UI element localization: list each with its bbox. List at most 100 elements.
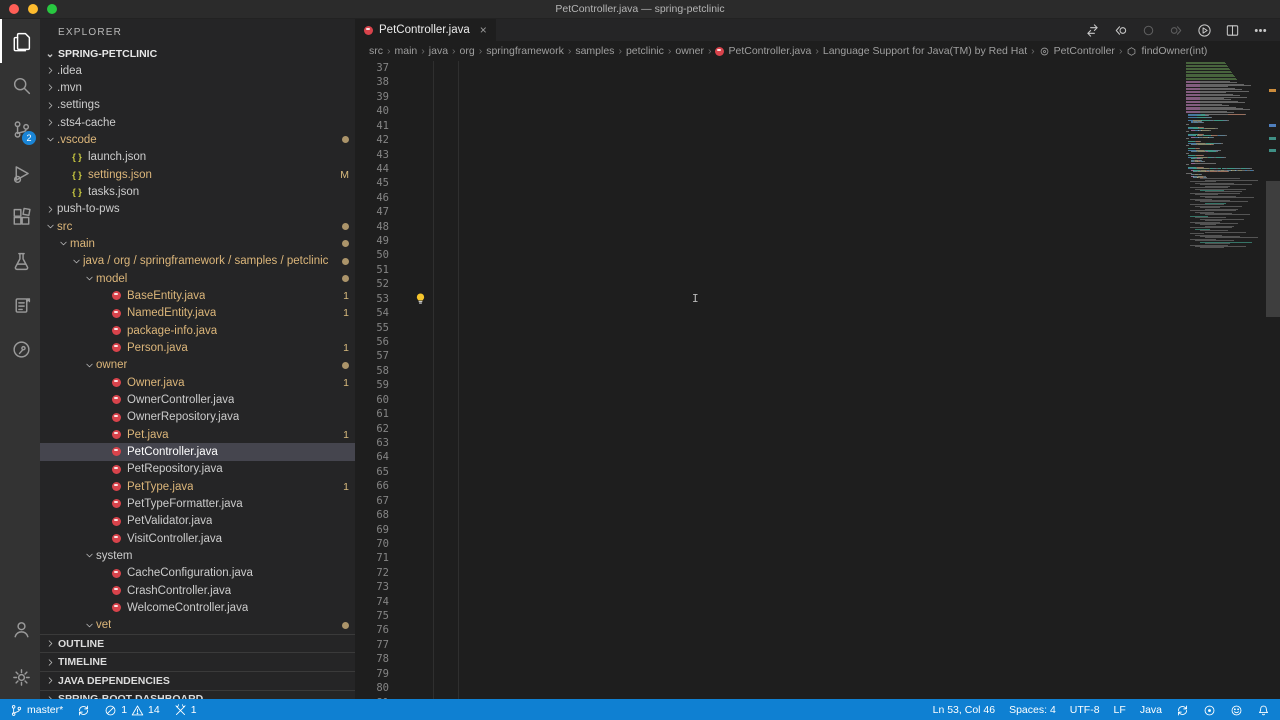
tree-item[interactable]: .vscode [40, 131, 355, 148]
activitybar-accounts[interactable] [0, 607, 40, 651]
refresh-icon[interactable] [1176, 704, 1189, 717]
minimize-window-button[interactable] [28, 4, 38, 14]
workspace-section-header[interactable]: ⌄ SPRING-PETCLINIC [40, 45, 355, 62]
tree-item[interactable]: { }tasks.json [40, 183, 355, 200]
tree-item[interactable]: PetRepository.java [40, 461, 355, 478]
modified-dot [342, 362, 349, 369]
breadcrumb-item[interactable]: java [429, 45, 448, 57]
tab-petcontroller[interactable]: PetController.java × [355, 19, 496, 41]
tree-item[interactable]: main [40, 235, 355, 252]
tree-item[interactable]: .idea [40, 62, 355, 79]
feedback-icon[interactable] [1230, 704, 1243, 717]
tree-item[interactable]: package-info.java [40, 322, 355, 339]
breadcrumb-item[interactable]: springframework [486, 45, 564, 57]
tree-item[interactable]: { }settings.jsonM [40, 166, 355, 183]
language-mode-item[interactable]: Java [1140, 704, 1162, 716]
forward-icon[interactable] [1169, 23, 1184, 38]
tree-item[interactable]: model [40, 270, 355, 287]
breadcrumb-item[interactable]: Language Support for Java(TM) by Red Hat [823, 45, 1027, 57]
activitybar-settings-gear[interactable] [0, 655, 40, 699]
git-status-badge: M [334, 169, 349, 181]
overview-ruler-mark [1269, 149, 1276, 152]
close-window-button[interactable] [9, 4, 19, 14]
activitybar-test-beaker-icon[interactable] [0, 239, 40, 283]
tree-item[interactable]: VisitController.java [40, 530, 355, 547]
tree-item[interactable]: PetValidator.java [40, 513, 355, 530]
sidebar-pane-timeline[interactable]: TIMELINE [40, 652, 355, 671]
record-icon[interactable] [1203, 704, 1216, 717]
activitybar-source-control-icon[interactable]: 2 [0, 107, 40, 151]
lightbulb-icon[interactable] [415, 293, 426, 305]
tree-item[interactable]: java / org / springframework / samples /… [40, 253, 355, 270]
sidebar-pane-outline[interactable]: OUTLINE [40, 634, 355, 653]
breadcrumb-item[interactable]: samples [575, 45, 614, 57]
activity-bar: 2 [0, 19, 40, 699]
tree-item[interactable]: vet [40, 617, 355, 634]
tree-item-label: .vscode [57, 134, 97, 146]
tree-item[interactable]: push-to-pws [40, 201, 355, 218]
git-branch-item[interactable]: master* [10, 704, 63, 717]
breadcrumb-item[interactable]: PetController [1039, 45, 1115, 57]
activitybar-extensions-icon[interactable] [0, 195, 40, 239]
run-icon[interactable] [1197, 23, 1212, 38]
activitybar-java-projects-icon[interactable] [0, 283, 40, 327]
breadcrumb-item[interactable]: main [395, 45, 418, 57]
tree-item[interactable]: PetType.java1 [40, 478, 355, 495]
tree-item[interactable]: BaseEntity.java1 [40, 287, 355, 304]
cursor-position-item[interactable]: Ln 53, Col 46 [933, 704, 995, 716]
indentation-item[interactable]: Spaces: 4 [1009, 704, 1056, 716]
build-tasks-item[interactable]: 1 [174, 704, 197, 717]
tree-item[interactable]: OwnerRepository.java [40, 409, 355, 426]
activitybar-explorer-icon[interactable] [0, 19, 40, 63]
window-title: PetController.java — spring-petclinic [555, 3, 724, 15]
sync-icon[interactable] [1141, 23, 1156, 38]
breadcrumb-item[interactable]: org [460, 45, 475, 57]
eol-item[interactable]: LF [1114, 704, 1126, 716]
breadcrumb-item[interactable]: findOwner(int) [1126, 45, 1207, 57]
tree-item[interactable]: Owner.java1 [40, 374, 355, 391]
sync-changes-button[interactable] [77, 704, 90, 717]
bell-icon[interactable] [1257, 704, 1270, 717]
breadcrumb-item[interactable]: petclinic [626, 45, 664, 57]
tree-item[interactable]: src [40, 218, 355, 235]
sidebar-pane-spring-boot-dashboard[interactable]: SPRING-BOOT DASHBOARD [40, 690, 355, 699]
more-actions-icon[interactable] [1253, 23, 1268, 38]
minimap[interactable] [1186, 61, 1266, 699]
tree-item[interactable]: .mvn [40, 79, 355, 96]
activitybar-dependency-analytics-icon[interactable] [0, 327, 40, 371]
tree-item-label: PetType.java [127, 481, 193, 493]
tree-item[interactable]: Person.java1 [40, 339, 355, 356]
tree-item[interactable]: .sts4-cache [40, 114, 355, 131]
scrollbar-thumb[interactable] [1266, 181, 1280, 317]
split-editor-icon[interactable] [1225, 23, 1240, 38]
scrollbar[interactable] [1266, 61, 1280, 699]
code-content[interactable]: I [395, 61, 1186, 699]
maximize-window-button[interactable] [47, 4, 57, 14]
code-editor[interactable]: 3738394041424344454647484950515253545556… [355, 61, 1280, 699]
tree-item[interactable]: OwnerController.java [40, 391, 355, 408]
encoding-item[interactable]: UTF-8 [1070, 704, 1100, 716]
tree-item[interactable]: NamedEntity.java1 [40, 305, 355, 322]
tree-item[interactable]: Pet.java1 [40, 426, 355, 443]
tree-item[interactable]: .settings [40, 97, 355, 114]
tree-item[interactable]: PetTypeFormatter.java [40, 495, 355, 512]
activitybar-run-debug-icon[interactable] [0, 151, 40, 195]
open-changes-icon[interactable] [1085, 23, 1100, 38]
line-number: 58 [355, 364, 389, 378]
tree-item[interactable]: CacheConfiguration.java [40, 565, 355, 582]
tree-item[interactable]: PetController.java [40, 443, 355, 460]
back-icon[interactable] [1113, 23, 1128, 38]
breadcrumb-item[interactable]: PetController.java [715, 45, 811, 57]
close-tab-icon[interactable]: × [480, 23, 487, 37]
tree-item[interactable]: owner [40, 357, 355, 374]
tree-item[interactable]: CrashController.java [40, 582, 355, 599]
problems-item[interactable]: 1 14 [104, 704, 160, 717]
tree-item[interactable]: system [40, 547, 355, 564]
line-number: 70 [355, 537, 389, 551]
breadcrumb-item[interactable]: src [369, 45, 383, 57]
tree-item[interactable]: WelcomeController.java [40, 599, 355, 616]
sidebar-pane-java-dependencies[interactable]: JAVA DEPENDENCIES [40, 671, 355, 690]
activitybar-search-icon[interactable] [0, 63, 40, 107]
tree-item[interactable]: { }launch.json [40, 149, 355, 166]
breadcrumb-item[interactable]: owner [675, 45, 704, 57]
